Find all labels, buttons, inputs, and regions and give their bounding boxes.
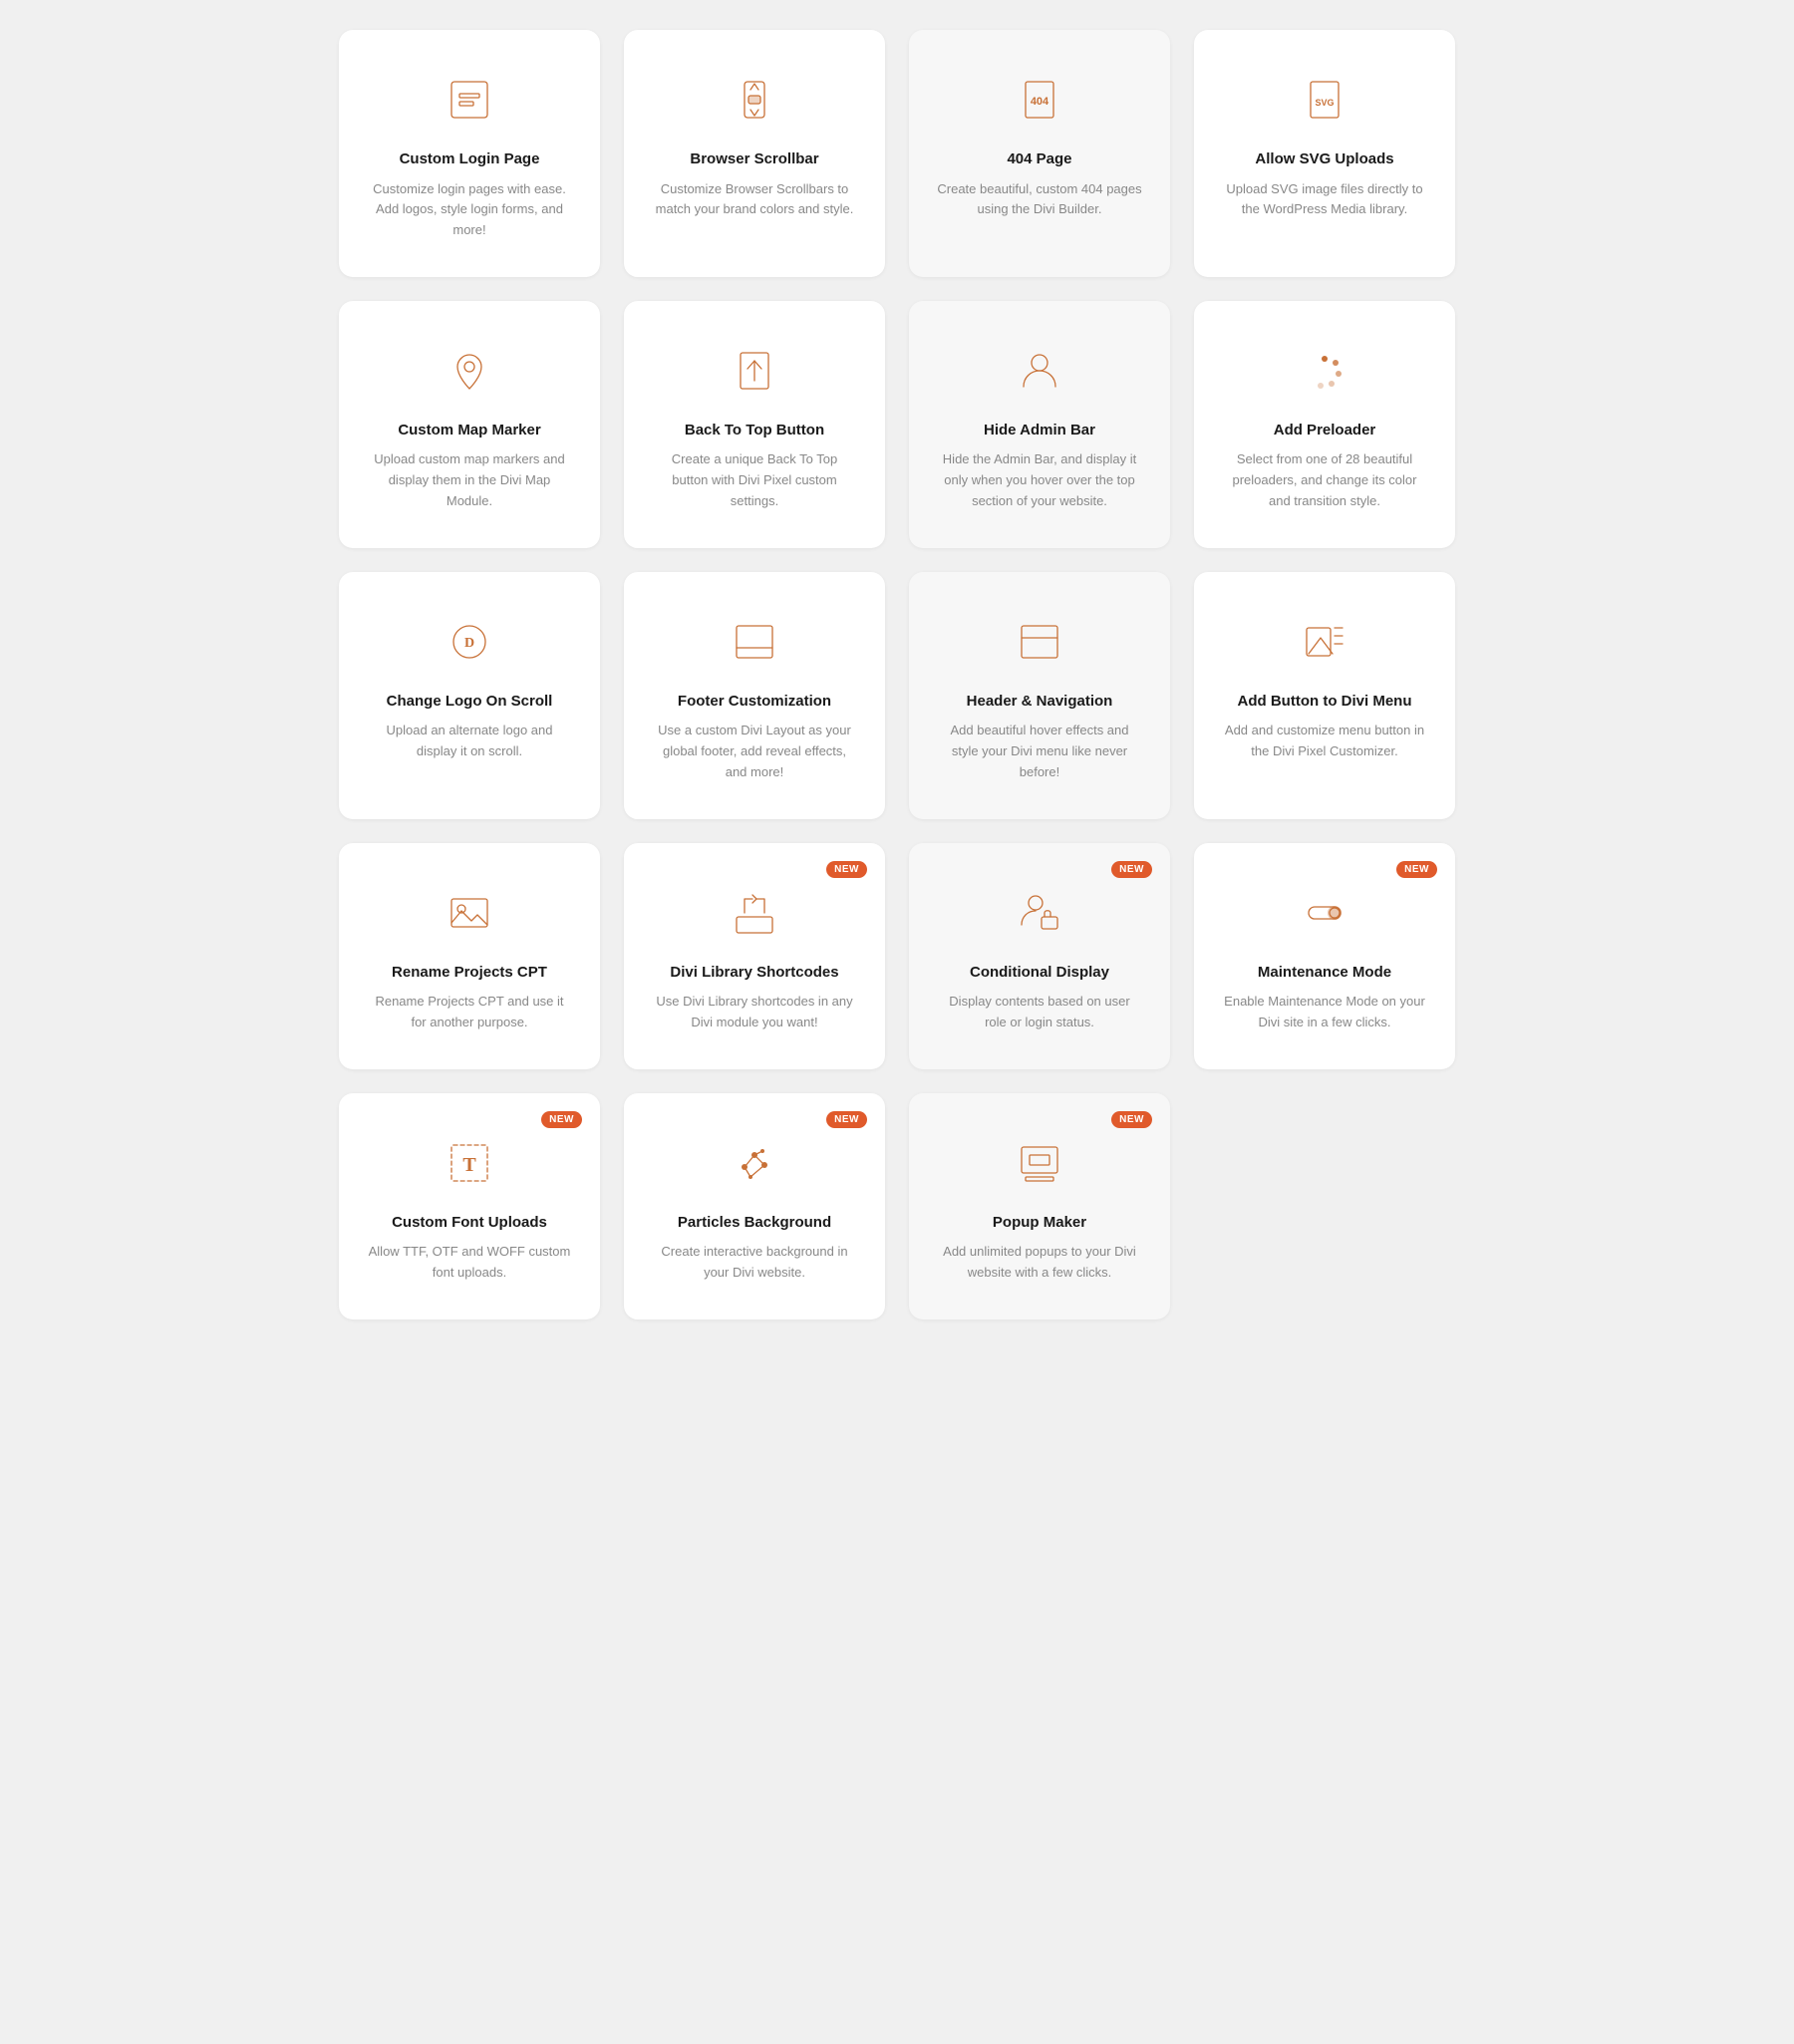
card-title: Conditional Display <box>970 963 1109 983</box>
new-badge: NEW <box>541 1111 582 1128</box>
svg-text:SVG: SVG <box>1315 98 1334 108</box>
card-title: Divi Library Shortcodes <box>670 963 838 983</box>
card-description: Upload custom map markers and display th… <box>367 449 572 511</box>
browser-scrollbar-icon <box>725 70 784 130</box>
card-description: Rename Projects CPT and use it for anoth… <box>367 992 572 1033</box>
card-description: Add and customize menu button in the Div… <box>1222 721 1427 762</box>
new-badge: NEW <box>1111 861 1152 878</box>
card-description: Create beautiful, custom 404 pages using… <box>937 179 1142 221</box>
new-badge: NEW <box>826 861 867 878</box>
card-description: Select from one of 28 beautiful preloade… <box>1222 449 1427 511</box>
feature-card-popup-maker[interactable]: NEW Popup Maker Add unlimited popups to yo… <box>909 1093 1170 1319</box>
feature-card-maintenance-mode[interactable]: NEW Maintenance Mode Enable Maintenance Mo… <box>1194 843 1455 1069</box>
custom-map-marker-icon <box>440 341 499 401</box>
svg-text:404: 404 <box>1031 96 1049 108</box>
card-description: Upload an alternate logo and display it … <box>367 721 572 762</box>
change-logo-on-scroll-icon: D <box>440 612 499 672</box>
hide-admin-bar-icon <box>1010 341 1069 401</box>
card-title: Footer Customization <box>678 692 831 712</box>
card-description: Use a custom Divi Layout as your global … <box>652 721 857 782</box>
card-title: Back To Top Button <box>685 421 824 440</box>
particles-background-icon <box>725 1133 784 1193</box>
back-to-top-button-icon <box>725 341 784 401</box>
feature-card-particles-background[interactable]: NEW Particles Background Create interactiv… <box>624 1093 885 1319</box>
feature-card-change-logo-on-scroll[interactable]: D Change Logo On Scroll Upload an alternat… <box>339 572 600 819</box>
header-navigation-icon <box>1010 612 1069 672</box>
feature-card-rename-projects-cpt[interactable]: Rename Projects CPT Rename Projects CPT a… <box>339 843 600 1069</box>
card-description: Display contents based on user role or l… <box>937 992 1142 1033</box>
card-title: Particles Background <box>678 1213 831 1233</box>
card-description: Upload SVG image files directly to the W… <box>1222 179 1427 221</box>
feature-card-footer-customization[interactable]: Footer Customization Use a custom Divi La… <box>624 572 885 819</box>
card-description: Add beautiful hover effects and style yo… <box>937 721 1142 782</box>
custom-font-uploads-icon: T <box>440 1133 499 1193</box>
rename-projects-cpt-icon <box>440 883 499 943</box>
feature-card-hide-admin-bar[interactable]: Hide Admin Bar Hide the Admin Bar, and di… <box>909 301 1170 548</box>
card-description: Allow TTF, OTF and WOFF custom font uplo… <box>367 1242 572 1284</box>
card-title: Change Logo On Scroll <box>387 692 553 712</box>
card-title: Browser Scrollbar <box>690 149 818 169</box>
feature-card-add-preloader[interactable]: Add Preloader Select from one of 28 beaut… <box>1194 301 1455 548</box>
allow-svg-uploads-icon: SVG <box>1295 70 1354 130</box>
feature-card-conditional-display[interactable]: NEW Conditional Display Display contents b… <box>909 843 1170 1069</box>
card-title: Header & Navigation <box>967 692 1113 712</box>
card-description: Use Divi Library shortcodes in any Divi … <box>652 992 857 1033</box>
footer-customization-icon <box>725 612 784 672</box>
card-title: Popup Maker <box>993 1213 1086 1233</box>
feature-card-add-button-divi-menu[interactable]: Add Button to Divi Menu Add and customize… <box>1194 572 1455 819</box>
card-title: Custom Font Uploads <box>392 1213 547 1233</box>
divi-library-shortcodes-icon <box>725 883 784 943</box>
card-title: Custom Map Marker <box>398 421 540 440</box>
custom-login-page-icon <box>440 70 499 130</box>
card-title: Hide Admin Bar <box>984 421 1095 440</box>
maintenance-mode-icon <box>1295 883 1354 943</box>
feature-card-custom-map-marker[interactable]: Custom Map Marker Upload custom map marke… <box>339 301 600 548</box>
card-title: Maintenance Mode <box>1258 963 1391 983</box>
feature-card-404-page[interactable]: 404 404 Page Create beautiful, custom 404 … <box>909 30 1170 277</box>
feature-card-header-navigation[interactable]: Header & Navigation Add beautiful hover e… <box>909 572 1170 819</box>
card-description: Create interactive background in your Di… <box>652 1242 857 1284</box>
svg-text:T: T <box>462 1154 476 1176</box>
card-title: 404 Page <box>1007 149 1071 169</box>
new-badge: NEW <box>1111 1111 1152 1128</box>
card-title: Allow SVG Uploads <box>1255 149 1393 169</box>
feature-grid: Custom Login Page Customize login pages w… <box>339 30 1455 1319</box>
card-description: Customize login pages with ease. Add log… <box>367 179 572 241</box>
card-description: Create a unique Back To Top button with … <box>652 449 857 511</box>
conditional-display-icon <box>1010 883 1069 943</box>
add-preloader-icon <box>1295 341 1354 401</box>
popup-maker-icon <box>1010 1133 1069 1193</box>
new-badge: NEW <box>826 1111 867 1128</box>
404-page-icon: 404 <box>1010 70 1069 130</box>
svg-text:D: D <box>464 636 474 651</box>
feature-card-browser-scrollbar[interactable]: Browser Scrollbar Customize Browser Scrol… <box>624 30 885 277</box>
card-title: Rename Projects CPT <box>392 963 547 983</box>
card-title: Add Preloader <box>1274 421 1376 440</box>
feature-card-divi-library-shortcodes[interactable]: NEW Divi Library Shortcodes Use Divi Libra… <box>624 843 885 1069</box>
new-badge: NEW <box>1396 861 1437 878</box>
feature-card-custom-font-uploads[interactable]: NEW T Custom Font Uploads Allow TTF, OTF an… <box>339 1093 600 1319</box>
add-button-divi-menu-icon <box>1295 612 1354 672</box>
card-description: Enable Maintenance Mode on your Divi sit… <box>1222 992 1427 1033</box>
feature-card-allow-svg-uploads[interactable]: SVG Allow SVG Uploads Upload SVG image fil… <box>1194 30 1455 277</box>
card-title: Custom Login Page <box>400 149 540 169</box>
card-description: Add unlimited popups to your Divi websit… <box>937 1242 1142 1284</box>
feature-card-custom-login-page[interactable]: Custom Login Page Customize login pages w… <box>339 30 600 277</box>
card-description: Hide the Admin Bar, and display it only … <box>937 449 1142 511</box>
card-description: Customize Browser Scrollbars to match yo… <box>652 179 857 221</box>
card-title: Add Button to Divi Menu <box>1238 692 1412 712</box>
feature-card-back-to-top-button[interactable]: Back To Top Button Create a unique Back T… <box>624 301 885 548</box>
